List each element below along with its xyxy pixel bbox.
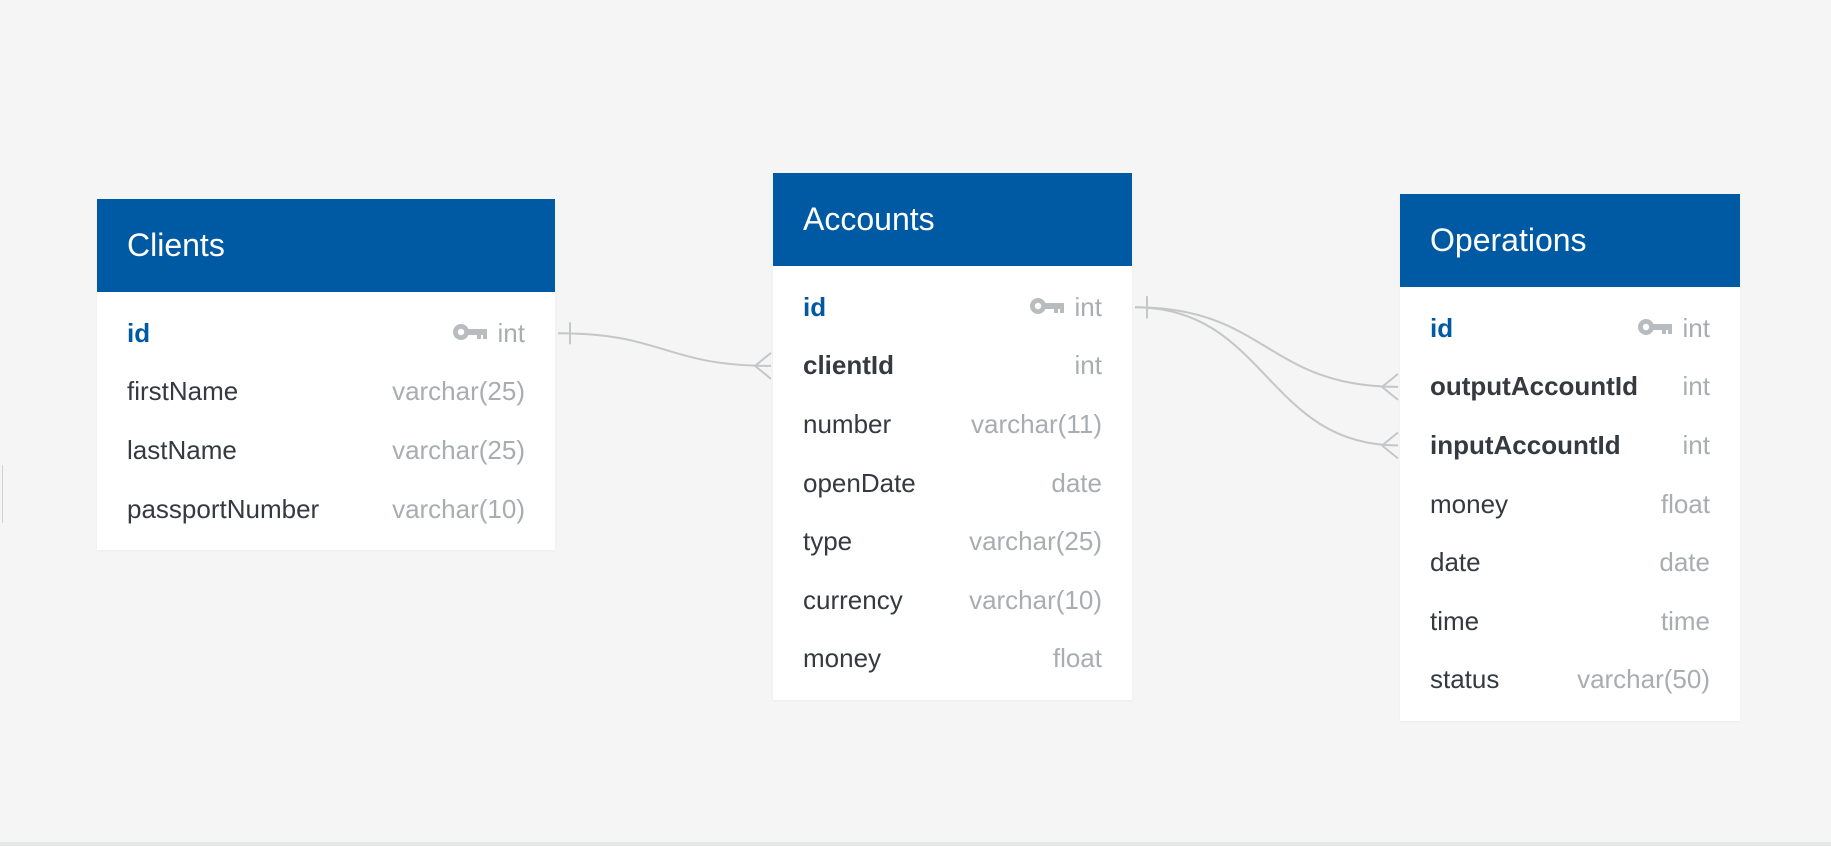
column-row-outputaccountid[interactable]: outputAccountId int	[1400, 358, 1740, 417]
column-row-id[interactable]: id int	[1400, 299, 1740, 358]
diagram-canvas: Clients id int firstName varchar(25) lastNam…	[0, 0, 1831, 846]
column-row-status[interactable]: status varchar(50)	[1400, 651, 1740, 710]
column-name: passportNumber	[127, 493, 320, 524]
column-type: varchar(10)	[969, 585, 1102, 616]
column-row-clientid[interactable]: clientId int	[773, 337, 1132, 396]
column-type: varchar(10)	[392, 494, 525, 525]
column-name: number	[803, 408, 892, 439]
column-row-currency[interactable]: currency varchar(10)	[773, 571, 1132, 630]
column-type-label: int	[497, 317, 525, 348]
column-type: int	[452, 318, 525, 349]
column-name: firstName	[127, 376, 239, 407]
column-type: varchar(25)	[969, 526, 1102, 557]
table-accounts[interactable]: Accounts id int clientId int number varchar(1…	[773, 173, 1132, 701]
column-name: currency	[803, 584, 903, 615]
column-list: id int outputAccountId int inputAccountId int…	[1400, 299, 1740, 721]
column-name: inputAccountId	[1430, 429, 1621, 460]
column-row-type[interactable]: type varchar(25)	[773, 512, 1132, 571]
column-type-label: int	[1682, 371, 1710, 402]
column-name: id	[803, 291, 827, 322]
column-row-date[interactable]: date date	[1400, 533, 1740, 592]
edge-marker	[2, 465, 3, 523]
table-header[interactable]: Clients	[97, 199, 555, 292]
column-name: outputAccountId	[1430, 371, 1638, 402]
column-type-label: date	[1051, 467, 1102, 498]
many-marker	[754, 352, 772, 367]
table-clients[interactable]: Clients id int firstName varchar(25) lastNam…	[97, 199, 555, 551]
column-name: date	[1430, 547, 1481, 578]
table-operations[interactable]: Operations id int outputAccountId int inputA…	[1400, 194, 1740, 722]
table-header[interactable]: Accounts	[773, 173, 1132, 266]
column-type-label: date	[1659, 547, 1710, 578]
column-row-money[interactable]: money float	[773, 630, 1132, 689]
column-type-label: varchar(25)	[392, 434, 525, 465]
key-icon	[1029, 292, 1065, 323]
column-type-label: float	[1052, 643, 1102, 674]
column-type: date	[1659, 547, 1710, 578]
column-row-number[interactable]: number varchar(11)	[773, 395, 1132, 454]
column-type-label: float	[1660, 488, 1710, 519]
column-type-label: int	[1682, 312, 1710, 343]
column-row-opendate[interactable]: openDate date	[773, 454, 1132, 513]
column-row-time[interactable]: time time	[1400, 592, 1740, 651]
relation-line	[1134, 306, 1399, 447]
column-type: date	[1051, 468, 1102, 499]
column-type-label: varchar(25)	[969, 526, 1102, 557]
column-type: int	[1683, 430, 1710, 461]
column-type: int	[1075, 350, 1102, 381]
column-type: int	[1029, 292, 1102, 323]
column-type-label: varchar(10)	[392, 493, 525, 524]
column-list: id int clientId int number varchar(11) openDat…	[773, 278, 1132, 700]
table-header[interactable]: Operations	[1400, 194, 1740, 287]
column-type-label: varchar(11)	[970, 408, 1102, 439]
key-icon	[452, 318, 488, 349]
column-type: float	[1661, 489, 1710, 520]
column-row-lastname[interactable]: lastName varchar(25)	[97, 421, 555, 480]
column-row-id[interactable]: id int	[97, 304, 555, 363]
column-type: varchar(50)	[1577, 664, 1710, 695]
many-marker	[754, 365, 772, 380]
column-type-label: int	[1682, 429, 1710, 460]
column-type-label: varchar(25)	[392, 376, 525, 407]
column-type: int	[1683, 371, 1710, 402]
many-marker	[1381, 373, 1399, 388]
column-name: openDate	[803, 467, 916, 498]
column-name: id	[1430, 312, 1454, 343]
column-name: money	[1430, 488, 1509, 519]
relation-line	[557, 332, 772, 367]
column-row-money[interactable]: money float	[1400, 475, 1740, 534]
column-type-label: int	[1074, 291, 1102, 322]
column-name: clientId	[803, 350, 895, 381]
many-marker	[1381, 386, 1399, 401]
column-type: varchar(25)	[392, 435, 525, 466]
column-type-label: time	[1660, 605, 1710, 636]
column-type-label: int	[1074, 350, 1102, 381]
column-name: time	[1430, 605, 1480, 636]
column-type: float	[1053, 643, 1102, 674]
column-name: id	[127, 317, 151, 348]
column-row-passportnumber[interactable]: passportNumber varchar(10)	[97, 480, 555, 539]
column-type: varchar(25)	[392, 376, 525, 407]
column-type-label: varchar(10)	[969, 584, 1102, 615]
column-type: time	[1661, 606, 1710, 637]
column-name: status	[1430, 664, 1500, 695]
key-icon	[1637, 313, 1673, 344]
column-type: int	[1637, 313, 1710, 344]
column-type-label: varchar(50)	[1577, 664, 1710, 695]
column-name: money	[803, 643, 882, 674]
column-list: id int firstName varchar(25) lastName varchar…	[97, 304, 555, 550]
column-name: lastName	[127, 434, 237, 465]
column-row-firstname[interactable]: firstName varchar(25)	[97, 363, 555, 422]
many-marker	[1381, 444, 1399, 460]
column-name: type	[803, 526, 853, 557]
bottom-edge	[0, 842, 1831, 846]
column-row-id[interactable]: id int	[773, 278, 1132, 337]
many-marker	[1381, 431, 1399, 447]
column-row-inputaccountid[interactable]: inputAccountId int	[1400, 416, 1740, 475]
column-type: varchar(11)	[971, 409, 1102, 440]
